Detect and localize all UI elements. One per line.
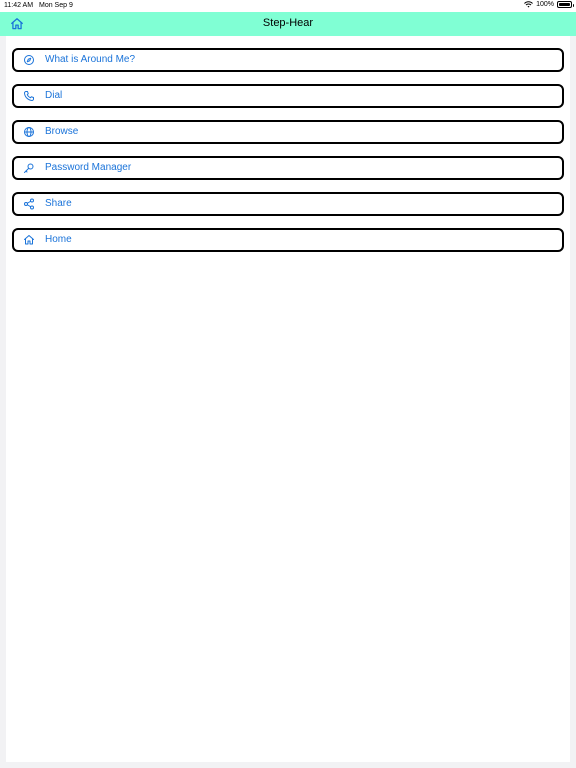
- main-content: What is Around Me? Dial Browse Password …: [6, 36, 570, 762]
- menu-item-label: Home: [45, 234, 72, 245]
- menu-item-home[interactable]: Home: [12, 228, 564, 252]
- menu-item-password-manager[interactable]: Password Manager: [12, 156, 564, 180]
- battery-icon: [557, 1, 574, 8]
- menu-item-label: Dial: [45, 90, 63, 101]
- globe-icon: [24, 127, 34, 137]
- compass-icon: [24, 55, 34, 65]
- menu-item-browse[interactable]: Browse: [12, 120, 564, 144]
- menu-item-label: Share: [45, 198, 72, 209]
- page-title: Step-Hear: [262, 17, 314, 29]
- status-date: Mon Sep 9: [39, 2, 73, 9]
- battery-tip: [572, 3, 574, 7]
- status-time: 11:42 AM: [4, 2, 34, 9]
- wifi-icon: [524, 1, 533, 8]
- share-icon: [24, 198, 34, 210]
- nav-bar: Step-Hear: [0, 12, 576, 36]
- status-indicators: 100%: [524, 1, 574, 8]
- key-icon: [24, 163, 34, 173]
- battery-fill: [559, 3, 570, 6]
- home-icon: [24, 235, 34, 245]
- menu-item-share[interactable]: Share: [12, 192, 564, 216]
- menu-item-dial[interactable]: Dial: [12, 84, 564, 108]
- battery-percent: 100%: [536, 1, 554, 8]
- menu-item-what-is-around-me[interactable]: What is Around Me?: [12, 48, 564, 72]
- menu-item-label: Browse: [45, 126, 79, 137]
- status-bar: 11:42 AM Mon Sep 9 100%: [0, 0, 576, 12]
- menu-item-label: What is Around Me?: [45, 54, 136, 65]
- menu-item-label: Password Manager: [45, 162, 132, 173]
- phone-icon: [24, 91, 34, 101]
